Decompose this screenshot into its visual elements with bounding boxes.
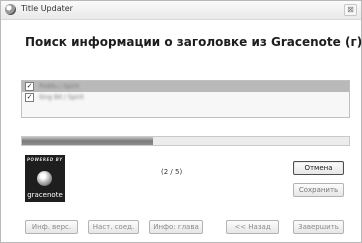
logo-powered-by-text: POWERED BY: [27, 157, 63, 162]
back-button[interactable]: << Назад: [226, 220, 279, 234]
list-item-label: Sing Bit / Spirit: [39, 94, 84, 101]
cancel-button[interactable]: Отмена: [293, 161, 344, 175]
save-button[interactable]: Сохранить: [293, 183, 344, 197]
progress-counter: (2 / 5): [161, 168, 183, 176]
list-item[interactable]: ✓ Poddu / Spirit: [22, 81, 349, 92]
progress-bar-fill: [22, 137, 153, 145]
connection-settings-button[interactable]: Наст. соед.: [88, 220, 139, 234]
list-item-checkbox[interactable]: ✓: [25, 82, 34, 91]
page-heading: Поиск информации о заголовке из Gracenot…: [25, 35, 362, 49]
gracenote-logo: POWERED BY gracenote: [25, 155, 65, 202]
title-list[interactable]: ✓ Poddu / Spirit ✓ Sing Bit / Spirit: [21, 80, 350, 118]
progress-bar: [21, 136, 350, 146]
list-item-checkbox[interactable]: ✓: [25, 93, 34, 102]
list-item[interactable]: ✓ Sing Bit / Spirit: [22, 92, 349, 103]
finish-button[interactable]: Завершить: [293, 220, 344, 234]
title-bar: Title Updater ⊠: [1, 1, 361, 20]
logo-wordmark: gracenote: [27, 191, 63, 199]
chapter-info-button[interactable]: Инфо: глава: [149, 220, 203, 234]
list-item-label: Poddu / Spirit: [39, 83, 80, 90]
gracenote-globe-icon: [37, 171, 52, 186]
app-icon: [5, 4, 16, 15]
window-title: Title Updater: [21, 4, 73, 13]
info-version-button[interactable]: Инф. верс.: [25, 220, 78, 234]
title-updater-window: Title Updater ⊠ Поиск информации о загол…: [0, 0, 362, 243]
close-button[interactable]: ⊠: [344, 4, 357, 16]
